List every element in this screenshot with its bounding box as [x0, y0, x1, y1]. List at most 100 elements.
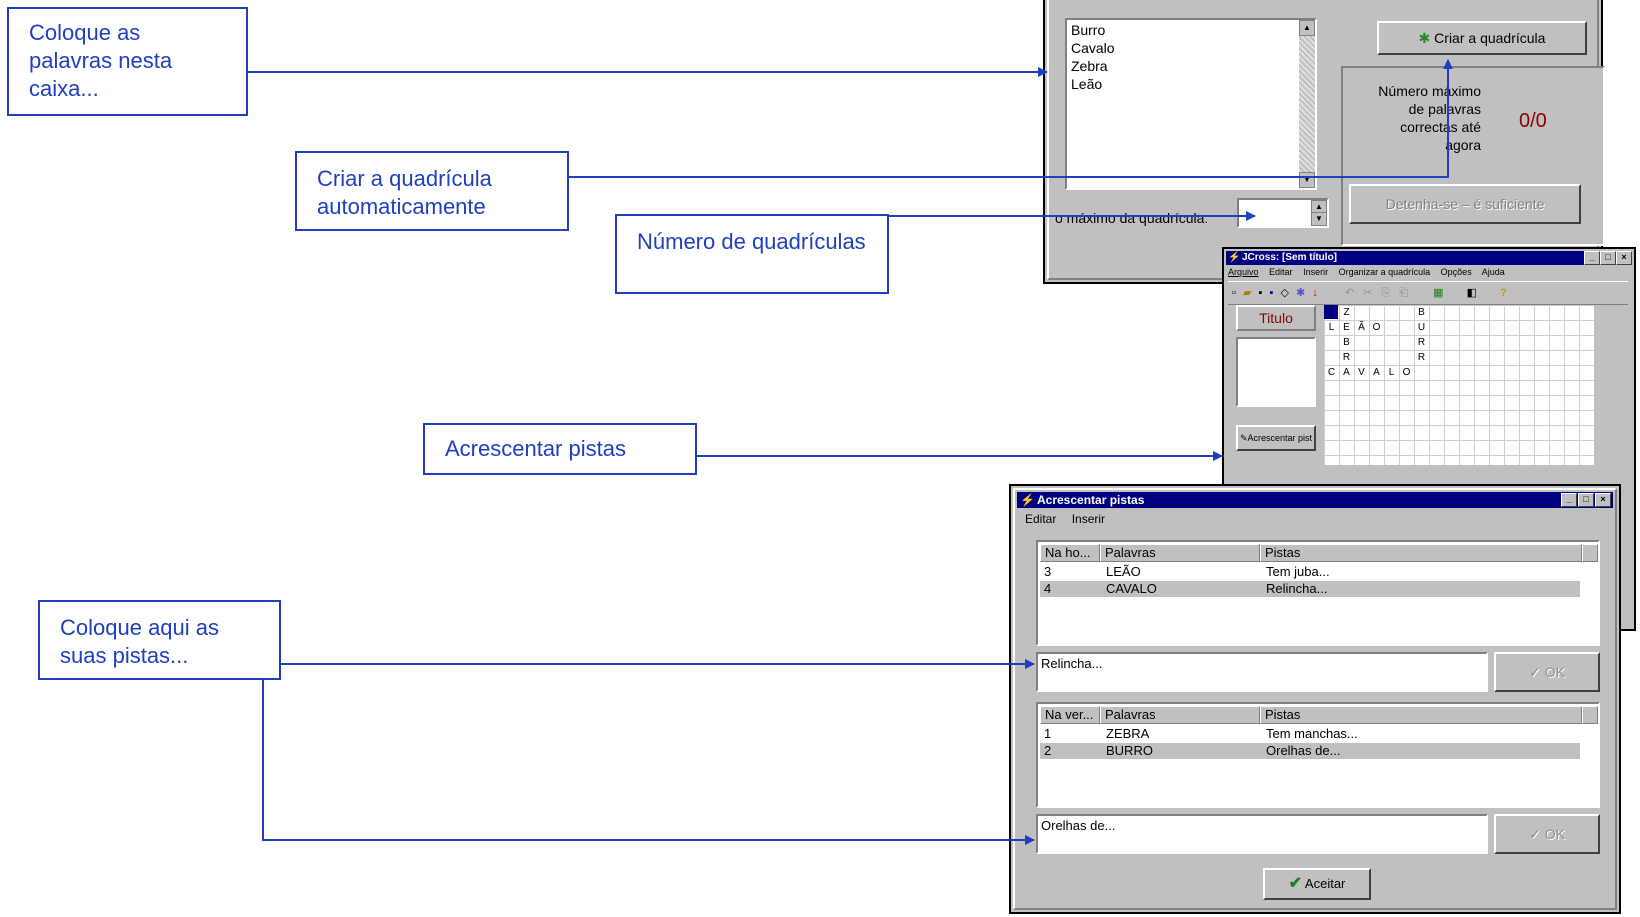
close-icon[interactable]: × — [1616, 251, 1632, 265]
across-col-extra — [1582, 544, 1598, 562]
minimize-icon[interactable]: _ — [1584, 251, 1600, 265]
save-as-icon[interactable]: ▪ — [1269, 287, 1273, 299]
new-icon[interactable]: ▫ — [1232, 287, 1236, 299]
menu-opcoes[interactable]: Opções — [1441, 267, 1472, 277]
row-clue: Tem manchas... — [1266, 726, 1358, 741]
grid-letter[interactable]: C — [1324, 365, 1339, 380]
wand-icon: ✱ — [1418, 30, 1431, 46]
title-text-area[interactable] — [1236, 337, 1316, 407]
word-list-scrollbar[interactable]: ▲ ▼ — [1299, 20, 1315, 188]
grid-cursor[interactable] — [1324, 305, 1338, 319]
export-icon[interactable]: ◧ — [1467, 287, 1477, 299]
across-col-number[interactable]: Na ho... — [1040, 544, 1100, 562]
table-row-selected[interactable]: 2 BURRO Orelhas de... — [1040, 743, 1580, 759]
jcross-toolbar: ▫ ▰ ▪ ▪ ◇ ✱ ↓ ↶ ✂ ⎘ ⎗ ▦ ◧ ? — [1228, 281, 1628, 305]
grid-letter[interactable]: V — [1354, 365, 1369, 380]
ok-label: OK — [1544, 826, 1565, 842]
spinner-down-icon[interactable]: ▼ — [1311, 212, 1327, 226]
grid-letter[interactable]: Z — [1339, 305, 1354, 320]
maximize-icon[interactable]: □ — [1578, 493, 1594, 507]
grid-letter[interactable]: A — [1339, 365, 1354, 380]
help-icon[interactable]: ? — [1500, 287, 1507, 299]
row-number: 3 — [1044, 564, 1052, 579]
copy-icon[interactable]: ⎘ — [1381, 287, 1390, 299]
stop-button[interactable]: Detenha-se – é suficiente — [1349, 184, 1581, 224]
word-list-box[interactable]: Burro Cavalo Zebra Leão ▲ ▼ — [1065, 18, 1317, 190]
grid-letter[interactable]: Ã — [1354, 320, 1369, 335]
down-ok-button[interactable]: ✓ OK — [1494, 814, 1600, 854]
grid-letter[interactable]: L — [1324, 320, 1339, 335]
open-icon[interactable]: ▰ — [1243, 287, 1251, 299]
accept-button[interactable]: ✔ Aceitar — [1263, 868, 1371, 900]
down-table[interactable]: Na ver... Palavras Pistas 1 ZEBRA Tem ma… — [1036, 702, 1600, 808]
row-word: ZEBRA — [1106, 726, 1150, 741]
menu-inserir[interactable]: Inserir — [1303, 267, 1328, 277]
row-number: 4 — [1044, 581, 1052, 596]
table-row-selected[interactable]: 4 CAVALO Relincha... — [1040, 581, 1580, 597]
grid-letter[interactable]: R — [1414, 350, 1429, 365]
jcross-title: JCross: [Sem título] — [1242, 252, 1338, 263]
across-ok-button[interactable]: ✓ OK — [1494, 652, 1600, 692]
undo-icon[interactable]: ↶ — [1345, 287, 1354, 299]
menu-organizar[interactable]: Organizar a quadrícula — [1339, 267, 1431, 277]
paste-icon[interactable]: ⎗ — [1399, 287, 1408, 299]
grid-letter[interactable]: L — [1384, 365, 1399, 380]
callout-auto-grid: Criar a quadrícula automaticamente — [295, 151, 569, 231]
minimize-icon[interactable]: _ — [1561, 493, 1577, 507]
arrow-down-icon[interactable]: ↓ — [1312, 287, 1318, 299]
maximize-icon[interactable]: □ — [1600, 251, 1616, 265]
down-clue-input[interactable]: Orelhas de... — [1036, 814, 1488, 854]
check-icon: ✓ — [1529, 664, 1541, 680]
row-clue: Tem juba... — [1266, 564, 1330, 579]
across-clue-input[interactable]: Relincha... — [1036, 652, 1488, 692]
menu-arquivo[interactable]: Arquivo — [1228, 267, 1259, 277]
grid-letter[interactable]: B — [1414, 305, 1429, 320]
across-col-words[interactable]: Palavras — [1100, 544, 1260, 562]
diamond-icon[interactable]: ◇ — [1280, 287, 1288, 299]
down-col-extra — [1582, 706, 1598, 724]
score-value: 0/0 — [1519, 110, 1547, 132]
clues-titlebar[interactable]: ⚡ Acrescentar pistas _ □ × — [1017, 492, 1613, 508]
crossword-grid[interactable]: ZBLEÃOUBRRRCAVALO — [1324, 305, 1594, 465]
make-grid-icon[interactable]: ▦ — [1433, 287, 1443, 299]
row-word: BURRO — [1106, 743, 1153, 758]
down-col-clues[interactable]: Pistas — [1260, 706, 1582, 724]
grid-letter[interactable]: A — [1369, 365, 1384, 380]
grid-letter[interactable]: R — [1339, 350, 1354, 365]
max-grid-spinner[interactable]: ▲ ▼ — [1237, 198, 1329, 228]
add-clues-small-label: Acrescentar pist — [1247, 433, 1313, 443]
row-clue: Relincha... — [1266, 581, 1328, 596]
save-icon[interactable]: ▪ — [1259, 287, 1263, 299]
grid-letter[interactable]: U — [1414, 320, 1429, 335]
down-col-words[interactable]: Palavras — [1100, 706, 1260, 724]
create-grid-button[interactable]: ✱ Criar a quadrícula — [1377, 21, 1587, 55]
grid-letter[interactable]: O — [1399, 365, 1414, 380]
cut-icon[interactable]: ✂ — [1363, 287, 1372, 299]
table-row[interactable]: 3 LEÃO Tem juba... — [1040, 564, 1580, 580]
menu-editar[interactable]: Editar — [1269, 267, 1293, 277]
title-field-button[interactable]: Titulo — [1236, 305, 1316, 331]
menu-ajuda[interactable]: Ajuda — [1482, 267, 1505, 277]
grid-icon[interactable]: ✱ — [1296, 287, 1305, 299]
grid-letter[interactable]: B — [1339, 335, 1354, 350]
close-icon[interactable]: × — [1595, 493, 1611, 507]
grid-letter[interactable]: E — [1339, 320, 1354, 335]
grid-letter[interactable]: R — [1414, 335, 1429, 350]
create-grid-label: Criar a quadrícula — [1434, 30, 1546, 46]
menu-inserir[interactable]: Inserir — [1072, 512, 1105, 526]
jcross-titlebar[interactable]: ⚡ JCross: [Sem título] _ □ × — [1226, 251, 1632, 265]
table-row[interactable]: 1 ZEBRA Tem manchas... — [1040, 726, 1580, 742]
menu-editar[interactable]: Editar — [1025, 512, 1056, 526]
pencil-icon: ✎ — [1239, 433, 1248, 443]
grid-letter[interactable]: O — [1369, 320, 1384, 335]
down-col-number[interactable]: Na ver... — [1040, 706, 1100, 724]
check-icon: ✔ — [1288, 875, 1303, 892]
scroll-up-icon[interactable]: ▲ — [1299, 20, 1315, 36]
across-col-clues[interactable]: Pistas — [1260, 544, 1582, 562]
scroll-down-icon[interactable]: ▼ — [1299, 172, 1315, 188]
across-table[interactable]: Na ho... Palavras Pistas 3 LEÃO Tem juba… — [1036, 540, 1600, 646]
callout-add-clues: Acrescentar pistas — [423, 423, 697, 475]
add-clues-small-button[interactable]: ✎Acrescentar pist — [1236, 425, 1316, 451]
clues-window: ⚡ Acrescentar pistas _ □ × Editar Inseri… — [1009, 484, 1621, 914]
across-clue-text: Relincha... — [1041, 656, 1103, 671]
